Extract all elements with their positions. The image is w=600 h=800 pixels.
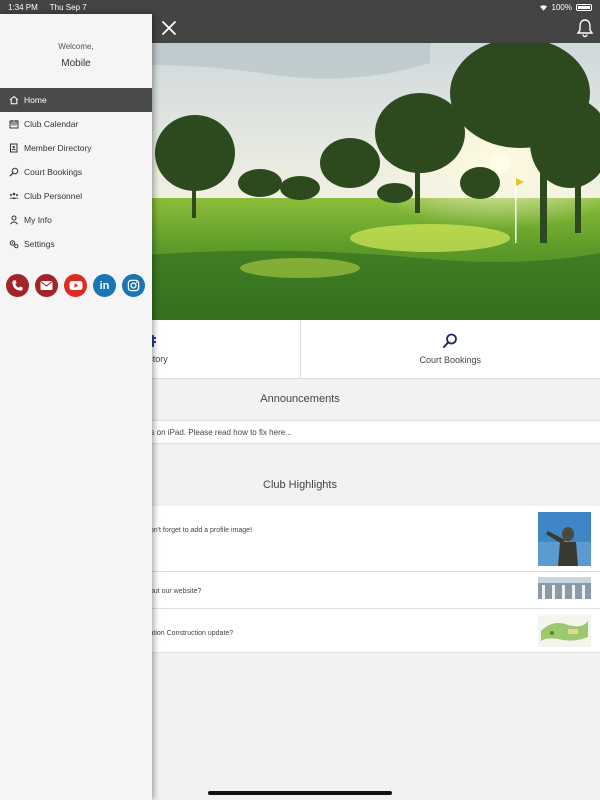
close-icon[interactable] <box>158 17 180 39</box>
people-icon <box>9 192 19 199</box>
status-time: 1:34 PM <box>8 2 38 12</box>
battery-percent: 100% <box>551 2 572 12</box>
menu-item-label: Club Calendar <box>24 119 79 129</box>
menu-item-settings[interactable]: Settings <box>0 232 152 256</box>
linkedin-button[interactable]: in <box>93 274 116 297</box>
status-indicators: 100% <box>539 3 592 12</box>
menu-item-my-info[interactable]: My Info <box>0 208 152 232</box>
status-date: Thu Sep 7 <box>49 2 87 12</box>
highlight-thumbnail <box>538 615 591 647</box>
highlight-text: don't forget to add a profile image! <box>146 527 253 534</box>
highlight-thumbnail <box>538 577 591 599</box>
menu-item-club-personnel[interactable]: Club Personnel <box>0 184 152 208</box>
menu-item-label: Court Bookings <box>24 167 83 177</box>
gear-icon <box>9 240 19 249</box>
linkedin-icon: in <box>99 279 110 292</box>
email-button[interactable] <box>35 274 58 297</box>
phone-button[interactable] <box>6 274 29 297</box>
racket-icon <box>443 333 458 348</box>
menu-item-label: My Info <box>24 215 52 225</box>
user-name: Mobile <box>61 58 91 69</box>
phone-icon <box>12 280 23 291</box>
quick-link-court-bookings[interactable]: Court Bookings <box>301 320 600 378</box>
instagram-icon <box>127 279 140 292</box>
menu-item-label: Home <box>24 95 47 105</box>
menu-item-label: Member Directory <box>24 143 92 153</box>
home-icon <box>9 95 19 105</box>
side-drawer: Welcome, Mobile Home Club Calendar Membe… <box>0 14 152 800</box>
drawer-menu: Home Club Calendar Member Directory Cour… <box>0 88 152 256</box>
bell-icon[interactable] <box>576 18 594 38</box>
user-icon <box>10 215 18 225</box>
youtube-icon <box>69 281 82 290</box>
menu-item-label: Settings <box>24 239 55 249</box>
menu-item-club-calendar[interactable]: Club Calendar <box>0 112 152 136</box>
youtube-button[interactable] <box>64 274 87 297</box>
menu-item-member-directory[interactable]: Member Directory <box>0 136 152 160</box>
calendar-icon <box>9 120 19 129</box>
social-links: in <box>6 274 145 297</box>
instagram-button[interactable] <box>122 274 145 297</box>
highlight-text: vation Construction update? <box>146 630 234 637</box>
directory-icon <box>10 143 18 153</box>
highlight-text: bout our website? <box>146 588 202 595</box>
racket-icon <box>9 167 19 177</box>
status-bar: 1:34 PM Thu Sep 7 100% <box>0 0 600 14</box>
menu-item-label: Club Personnel <box>24 191 83 201</box>
menu-item-court-bookings[interactable]: Court Bookings <box>0 160 152 184</box>
announcement-text: ns on iPad. Please read how to fix here.… <box>146 427 292 437</box>
email-icon <box>40 281 53 290</box>
quick-link-label: Court Bookings <box>419 355 482 365</box>
highlight-thumbnail <box>538 512 591 566</box>
battery-icon <box>576 3 592 11</box>
wifi-icon <box>539 4 547 11</box>
menu-item-home[interactable]: Home <box>0 88 152 112</box>
home-indicator[interactable] <box>208 791 392 795</box>
welcome-text: Welcome, <box>58 42 94 51</box>
